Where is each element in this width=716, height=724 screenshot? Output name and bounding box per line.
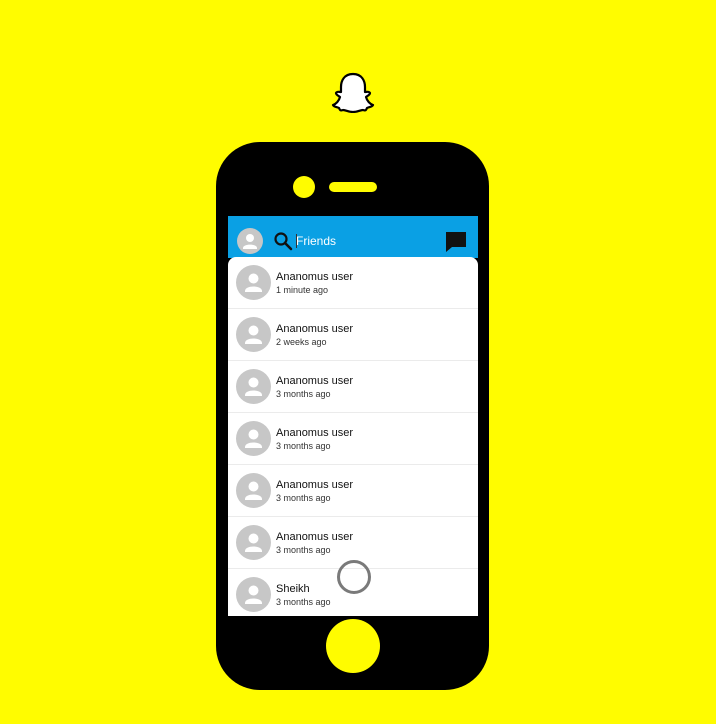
conversation-row[interactable]: Ananomus user 2 weeks ago: [228, 309, 478, 361]
avatar-icon: [236, 421, 271, 456]
app-background: Ananomus user 1 minute ago Ananomus user…: [0, 0, 716, 724]
search-input[interactable]: [296, 230, 436, 252]
last-activity-time: 3 months ago: [276, 493, 331, 503]
phone-screen: Ananomus user 1 minute ago Ananomus user…: [228, 216, 478, 616]
conversation-row[interactable]: Ananomus user 3 months ago: [228, 413, 478, 465]
phone-frame: Ananomus user 1 minute ago Ananomus user…: [216, 142, 489, 690]
contact-name: Ananomus user: [276, 375, 354, 387]
conversation-row[interactable]: Ananomus user 1 minute ago: [228, 257, 478, 309]
last-activity-time: 1 minute ago: [276, 285, 329, 295]
last-activity-time: 3 months ago: [276, 545, 331, 555]
contact-name: Ananomus user: [276, 271, 354, 283]
last-activity-time: 2 weeks ago: [276, 337, 327, 347]
avatar-icon: [236, 473, 271, 508]
contact-name: Ananomus user: [276, 531, 354, 543]
touch-indicator: [337, 560, 371, 594]
last-activity-time: 3 months ago: [276, 597, 331, 607]
contact-name: Sheikh: [276, 583, 310, 595]
avatar-icon: [236, 369, 271, 404]
avatar-icon: [236, 525, 271, 560]
contact-name: Ananomus user: [276, 427, 354, 439]
avatar-icon: [236, 577, 271, 612]
conversation-row[interactable]: Ananomus user 3 months ago: [228, 361, 478, 413]
snapchat-ghost-icon: [331, 71, 375, 114]
profile-avatar-icon[interactable]: [237, 228, 263, 254]
last-activity-time: 3 months ago: [276, 441, 331, 451]
home-button[interactable]: [326, 619, 380, 673]
conversation-row[interactable]: Ananomus user 3 months ago: [228, 465, 478, 517]
avatar-icon: [236, 317, 271, 352]
avatar-icon: [236, 265, 271, 300]
search-icon[interactable]: [273, 231, 293, 251]
chat-icon[interactable]: [444, 230, 468, 254]
header-bar: [228, 216, 478, 258]
last-activity-time: 3 months ago: [276, 389, 331, 399]
contact-name: Ananomus user: [276, 323, 354, 335]
phone-speaker: [329, 182, 377, 192]
contact-name: Ananomus user: [276, 479, 354, 491]
text-cursor: [296, 234, 297, 248]
phone-camera: [293, 176, 315, 198]
